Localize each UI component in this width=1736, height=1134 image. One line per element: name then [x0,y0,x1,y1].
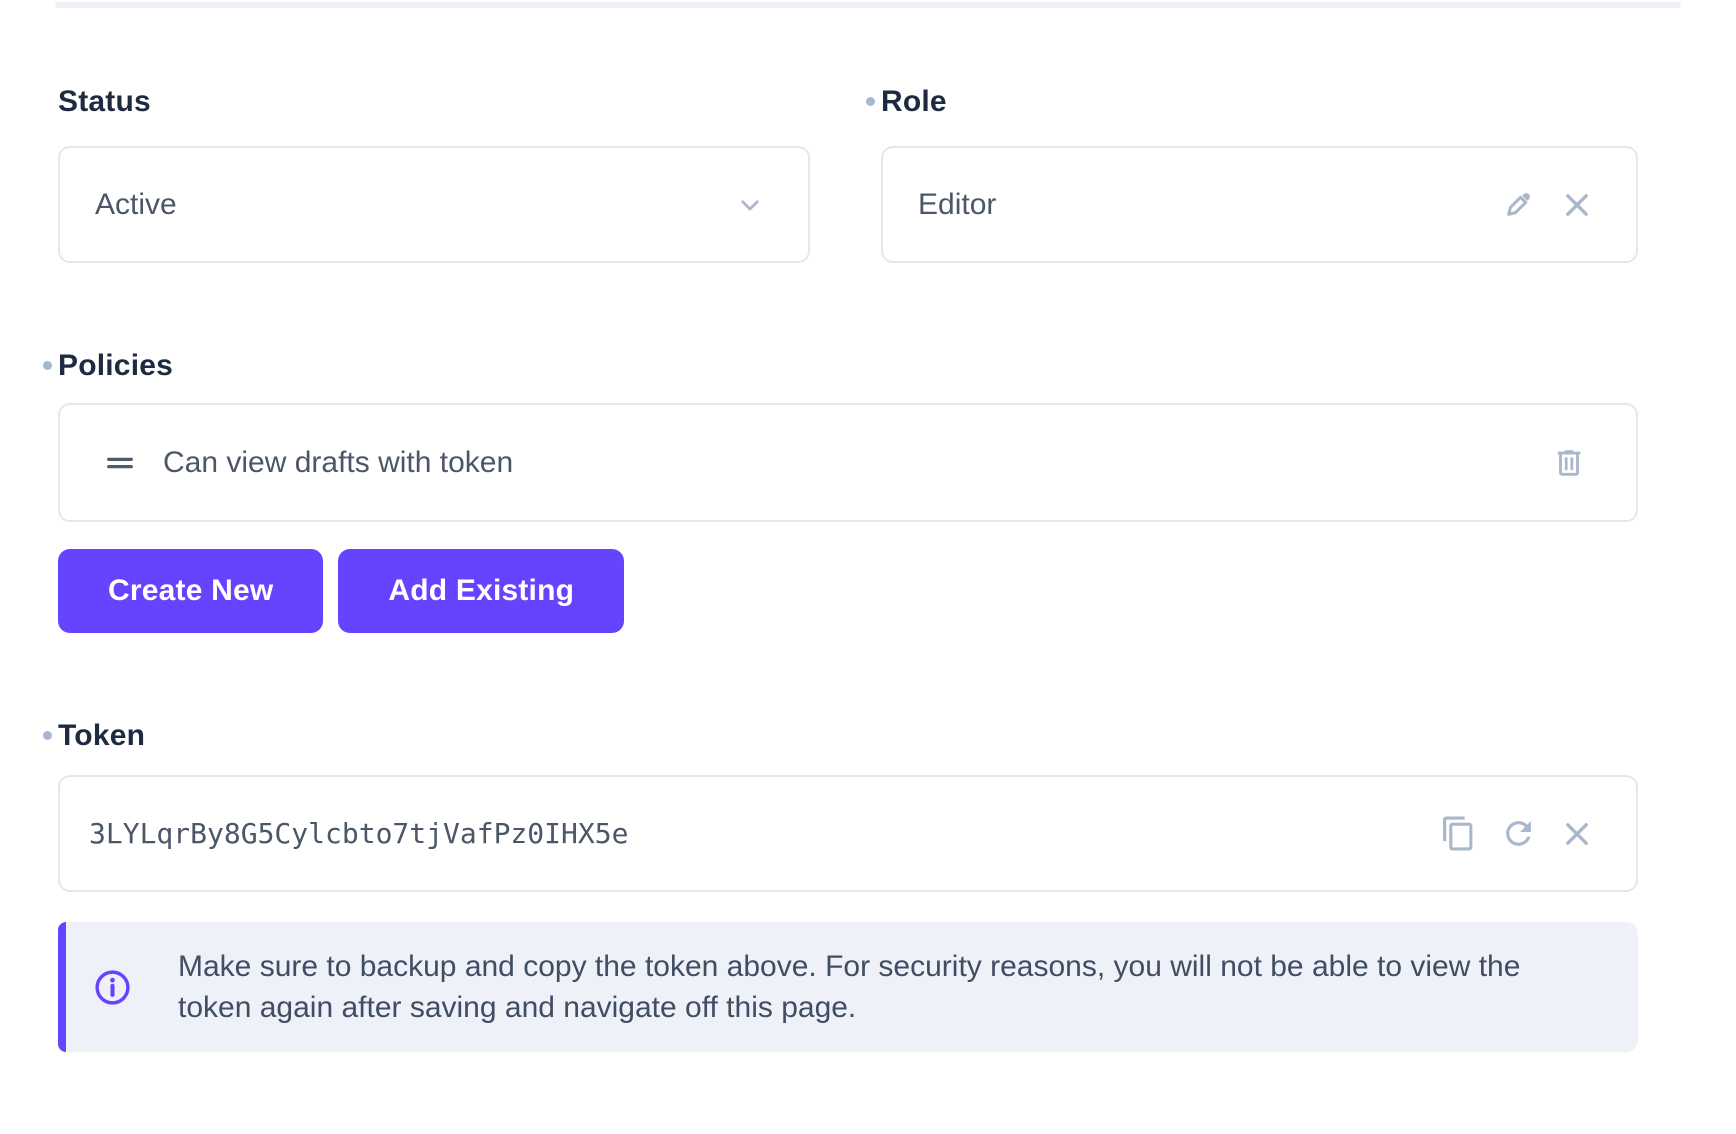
regenerate-token-button[interactable] [1500,815,1537,852]
clear-token-button[interactable] [1560,817,1594,851]
required-dot [43,731,52,740]
user-detail-form: Status Active Role Editor [0,2,1736,1134]
deselect-role-button[interactable] [1560,188,1594,222]
close-icon [1560,817,1594,851]
role-field-group: Role Editor [881,84,1638,263]
required-dot [866,97,875,106]
create-new-button[interactable]: Create New [58,549,323,633]
close-icon [1560,188,1594,222]
copy-token-button[interactable] [1440,815,1477,852]
role-label-text: Role [881,85,947,118]
required-dot [43,361,52,370]
drag-handle-icon[interactable] [102,445,138,481]
token-input[interactable]: 3LYLqrBy8G5Cylcbto7tjVafPz0IHX5e [58,775,1638,892]
role-value: Editor [918,188,1499,222]
info-icon [92,967,133,1008]
pencil-icon [1499,186,1537,224]
token-value: 3LYLqrBy8G5Cylcbto7tjVafPz0IHX5e [89,817,1440,850]
section-divider [55,2,1681,8]
add-existing-button[interactable]: Add Existing [338,549,624,633]
notice-text: Make sure to backup and copy the token a… [178,946,1578,1028]
status-label: Status [58,84,810,120]
policies-label-text: Policies [58,349,173,382]
policy-name: Can view drafts with token [163,446,1552,480]
status-value: Active [95,188,734,222]
token-warning-notice: Make sure to backup and copy the token a… [58,922,1638,1052]
chevron-down-icon[interactable] [734,189,766,221]
copy-icon [1440,815,1477,852]
status-select[interactable]: Active [58,146,810,263]
status-role-row: Status Active Role Editor [58,84,1638,263]
trash-icon [1552,446,1586,480]
status-field-group: Status Active [58,84,810,263]
refresh-icon [1500,815,1537,852]
token-label-text: Token [58,719,145,752]
policies-label: Policies [58,348,1638,384]
edit-role-button[interactable] [1499,186,1537,224]
token-label: Token [58,718,1638,754]
policies-actions: Create New Add Existing [58,549,1638,633]
policy-list-item[interactable]: Can view drafts with token [58,403,1638,522]
delete-policy-button[interactable] [1552,446,1586,480]
notice-accent-bar [58,922,66,1052]
role-label: Role [881,84,1638,120]
role-input[interactable]: Editor [881,146,1638,263]
